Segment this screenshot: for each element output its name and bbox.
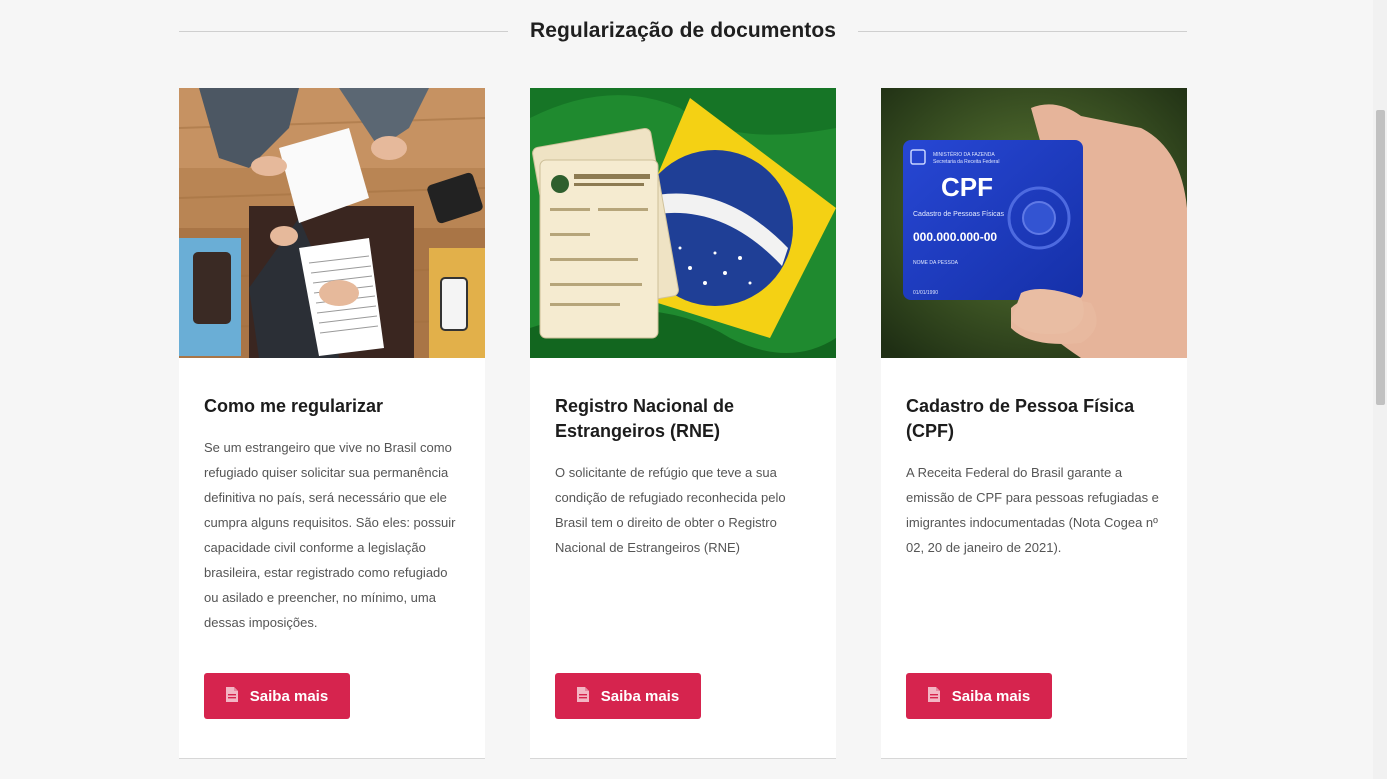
- page: Regularização de documentos Como me regu…: [0, 0, 1387, 779]
- card-description: Se um estrangeiro que vive no Brasil com…: [204, 440, 456, 630]
- card-title: Como me regularizar: [204, 396, 384, 416]
- scrollbar[interactable]: [1373, 0, 1387, 779]
- section-title: Regularização de documentos: [529, 19, 837, 42]
- saiba-mais-button[interactable]: Saiba mais: [555, 673, 701, 719]
- cpf-card-ministry: MINISTÉRIO DA FAZENDA: [933, 151, 995, 158]
- brazil-flag-id-card-photo: [530, 88, 836, 358]
- button-label: Saiba mais: [249, 687, 329, 705]
- divider-right: [858, 30, 1188, 32]
- cpf-card-name: NOME DA PESSOA: [913, 260, 959, 266]
- card-title: Registro Nacional de Estrangeiros (RNE): [555, 396, 735, 441]
- cpf-card-in-hand-photo: MINISTÉRIO DA FAZENDA Secretaria da Rece…: [881, 88, 1187, 358]
- cpf-card-date: 01/01/1990: [913, 290, 938, 296]
- saiba-mais-button[interactable]: Saiba mais: [204, 673, 350, 719]
- button-label: Saiba mais: [951, 687, 1031, 705]
- card-title: Cadastro de Pessoa Física (CPF): [906, 396, 1135, 441]
- document-icon: [225, 686, 238, 706]
- cpf-card-number: 000.000.000-00: [913, 230, 997, 244]
- divider-left: [179, 30, 508, 32]
- business-meeting-photo: [179, 88, 485, 358]
- card-registro-nacional-estrangeiros: Registro Nacional de Estrangeiros (RNE) …: [530, 88, 836, 759]
- cpf-card-heading: CPF: [941, 172, 993, 202]
- scrollbar-thumb[interactable]: [1376, 110, 1385, 405]
- saiba-mais-button[interactable]: Saiba mais: [906, 673, 1052, 719]
- card-description: A Receita Federal do Brasil garante a em…: [906, 465, 1159, 555]
- button-label: Saiba mais: [600, 687, 680, 705]
- document-icon: [927, 686, 940, 706]
- card-cadastro-pessoa-fisica: MINISTÉRIO DA FAZENDA Secretaria da Rece…: [881, 88, 1187, 759]
- cpf-card-subtitle: Cadastro de Pessoas Físicas: [913, 211, 1005, 218]
- card-como-me-regularizar: Como me regularizar Se um estrangeiro qu…: [179, 88, 485, 759]
- section-heading: Regularização de documentos: [179, 14, 1188, 48]
- card-description: O solicitante de refúgio que teve a sua …: [555, 465, 786, 555]
- document-icon: [576, 686, 589, 706]
- cpf-card-secretariat: Secretaria da Receita Federal: [933, 159, 999, 165]
